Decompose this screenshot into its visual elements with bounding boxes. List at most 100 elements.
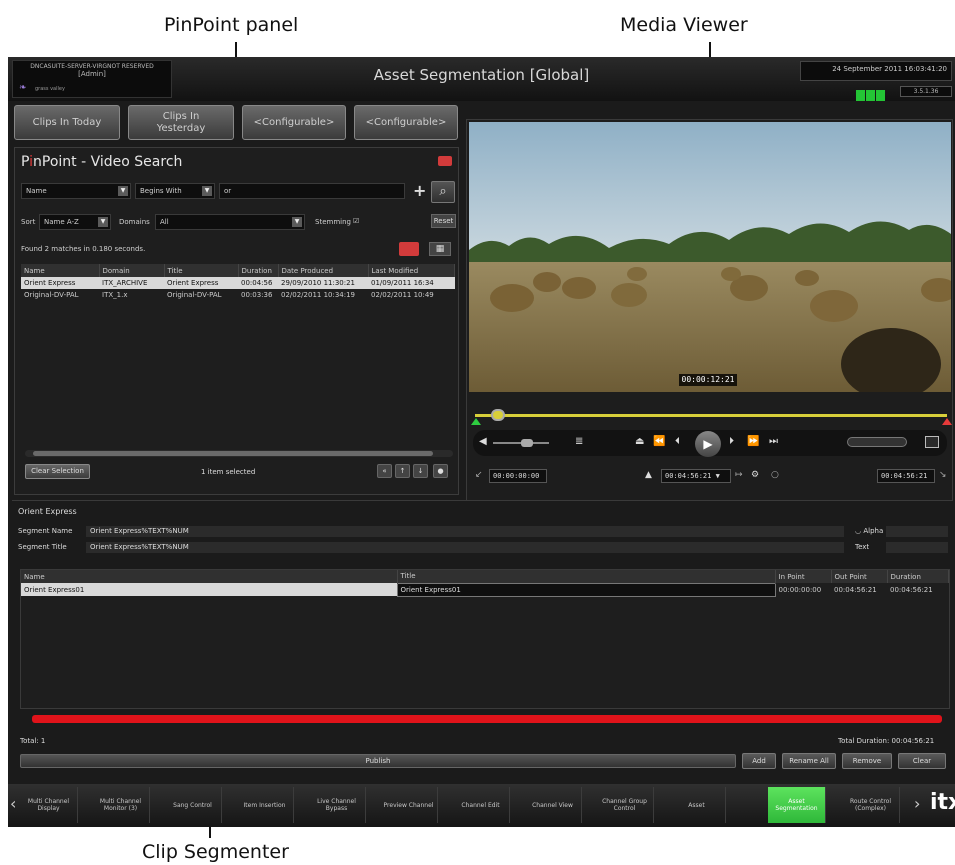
step-forward-icon[interactable]: ⏵ xyxy=(729,436,734,447)
remove-button[interactable]: Remove xyxy=(842,753,892,769)
table-row[interactable]: Original-DV-PAL ITX_1.x Original-DV-PAL 00:… xyxy=(21,289,455,301)
col-header-duration[interactable]: Duration xyxy=(887,570,949,583)
nav-item-preview-channel[interactable]: Preview Channel xyxy=(380,787,438,823)
go-to-end-icon[interactable]: ⏭ xyxy=(769,436,778,447)
first-page-icon[interactable]: « xyxy=(377,464,392,478)
sort-select[interactable]: Name A-Z ▼ xyxy=(39,214,111,230)
operator-select[interactable]: Begins With ▼ xyxy=(135,183,215,199)
volume-knob[interactable] xyxy=(521,439,533,447)
loop-icon[interactable]: ↦ xyxy=(735,470,743,480)
col-header-out-point[interactable]: Out Point xyxy=(831,570,888,583)
col-header-title[interactable]: Title xyxy=(164,264,239,277)
field-select[interactable]: Name ▼ xyxy=(21,183,131,199)
domains-label: Domains xyxy=(119,218,150,226)
col-header-last-modified[interactable]: Last Modified xyxy=(368,264,455,277)
publish-button[interactable]: Publish xyxy=(20,754,736,768)
duration-timecode[interactable]: 00:04:56:21 ▼ xyxy=(661,469,731,483)
chevron-down-icon: ▼ xyxy=(715,472,720,480)
play-icon[interactable]: ▶ xyxy=(695,431,721,457)
mark-out-icon[interactable] xyxy=(942,418,952,425)
record-icon[interactable]: ● xyxy=(433,464,448,478)
scrollbar-thumb[interactable] xyxy=(33,451,433,456)
nav-item-channel-view[interactable]: Channel View xyxy=(524,787,582,823)
segment-timeline-bar[interactable] xyxy=(32,715,942,723)
domains-select[interactable]: All ▼ xyxy=(155,214,305,230)
nav-item-multi-channel-monitor[interactable]: Multi Channel Monitor (3) xyxy=(92,787,150,823)
col-header-name[interactable]: Name xyxy=(21,570,398,583)
eject-icon[interactable]: ⏏ xyxy=(635,436,644,447)
out-point-timecode[interactable]: 00:04:56:21 xyxy=(877,469,935,483)
grid-view-icon[interactable]: ▦ xyxy=(429,242,451,256)
nav-item-multi-channel-display[interactable]: Multi Channel Display xyxy=(20,787,78,823)
circle-icon[interactable]: ○ xyxy=(771,470,779,480)
search-icon[interactable]: ⌕ xyxy=(431,181,455,203)
in-point-icon[interactable]: ↙ xyxy=(475,470,483,480)
clear-button[interactable]: Clear xyxy=(898,753,946,769)
jog-shuttle[interactable] xyxy=(847,437,907,447)
col-header-in-point[interactable]: In Point xyxy=(775,570,832,583)
col-header-title[interactable]: Title xyxy=(397,570,776,583)
trim-icon[interactable]: ▲ xyxy=(645,470,652,480)
panel-menu-icon[interactable] xyxy=(438,156,452,166)
fullscreen-icon[interactable] xyxy=(925,436,939,448)
selection-count: 1 item selected xyxy=(201,468,256,476)
add-button[interactable]: Add xyxy=(742,753,776,769)
alpha-field[interactable] xyxy=(886,526,948,537)
fast-forward-icon[interactable]: ⏩ xyxy=(747,436,759,447)
nav-item-channel-edit[interactable]: Channel Edit xyxy=(452,787,510,823)
segment-title-field[interactable]: Orient Express%TEXT%NUM xyxy=(86,542,844,553)
quick-button-clips-yesterday[interactable]: Clips In Yesterday xyxy=(128,105,234,140)
segment-name-field[interactable]: Orient Express%TEXT%NUM xyxy=(86,526,844,537)
out-point-icon[interactable]: ↘ xyxy=(939,470,947,480)
playhead-handle[interactable] xyxy=(491,409,505,421)
col-header-duration[interactable]: Duration xyxy=(238,264,279,277)
reset-button[interactable]: Reset xyxy=(431,214,456,228)
audio-mix-icon[interactable]: ≣ xyxy=(575,436,583,447)
nav-item-route-control[interactable]: Route Control (Complex) xyxy=(842,787,900,823)
itx-logo: itx xyxy=(930,790,955,815)
chevron-down-icon: ▼ xyxy=(98,217,108,227)
rewind-icon[interactable]: ⏪ xyxy=(653,436,665,447)
alpha-radio[interactable]: ◡ Alpha xyxy=(855,527,883,535)
segmenter-asset-title: Orient Express xyxy=(18,507,77,516)
table-row[interactable]: Orient Express ITX_ARCHIVE Orient Express 0… xyxy=(21,277,455,289)
nav-item-asset-segmentation[interactable]: Asset Segmentation xyxy=(768,787,826,823)
nav-item-item-insertion[interactable]: Item Insertion xyxy=(236,787,294,823)
callout-pinpoint-panel: PinPoint panel xyxy=(164,14,299,36)
horizontal-scrollbar[interactable] xyxy=(25,450,453,457)
step-back-icon[interactable]: ⏴ xyxy=(675,436,680,447)
quick-button-configurable-1[interactable]: <Configurable> xyxy=(242,105,346,140)
nav-item-asset[interactable]: Asset xyxy=(668,787,726,823)
mark-in-icon[interactable] xyxy=(471,418,481,425)
quick-button-configurable-2[interactable]: <Configurable> xyxy=(354,105,458,140)
gear-icon[interactable]: ⚙ xyxy=(751,470,759,480)
page-up-icon[interactable]: ↑ xyxy=(395,464,410,478)
col-header-domain[interactable]: Domain xyxy=(99,264,165,277)
nav-item-channel-group-control[interactable]: Channel Group Control xyxy=(596,787,654,823)
rename-all-button[interactable]: Rename All xyxy=(782,753,836,769)
clear-selection-button[interactable]: Clear Selection xyxy=(25,464,90,479)
list-view-icon[interactable] xyxy=(399,242,419,256)
text-field[interactable] xyxy=(886,542,948,553)
stemming-checkbox[interactable]: ☑ xyxy=(353,217,359,225)
volume-icon[interactable]: ◀ xyxy=(479,436,487,447)
quick-button-clips-today[interactable]: Clips In Today xyxy=(14,105,120,140)
nav-item-live-channel-bypass[interactable]: Live Channel Bypass xyxy=(308,787,366,823)
col-header-date-produced[interactable]: Date Produced xyxy=(278,264,369,277)
text-label: Text xyxy=(855,543,870,551)
add-criteria-icon[interactable]: + xyxy=(413,181,426,200)
video-frame[interactable] xyxy=(469,122,951,392)
nav-left-icon[interactable]: ‹ xyxy=(10,794,16,813)
col-header-name[interactable]: Name xyxy=(21,264,100,277)
status-leds xyxy=(856,86,886,101)
callout-clip-segmenter: Clip Segmenter xyxy=(142,841,289,863)
scrub-bar[interactable] xyxy=(475,414,947,417)
search-input[interactable]: or xyxy=(219,183,405,199)
nav-right-icon[interactable]: › xyxy=(914,794,920,813)
table-row[interactable]: Orient Express01 Orient Express01 00:00:… xyxy=(21,582,949,597)
media-viewer: 00:00:12:21 ◀ ≣ ⏏ ⏪ ⏴ ▶ ⏵ ⏩ ⏭ ↙ 00:00:00… xyxy=(466,119,953,504)
page-down-icon[interactable]: ↓ xyxy=(413,464,428,478)
status-led xyxy=(876,90,885,101)
nav-item-sang-control[interactable]: Sang Control xyxy=(164,787,222,823)
in-point-timecode[interactable]: 00:00:00:00 xyxy=(489,469,547,483)
